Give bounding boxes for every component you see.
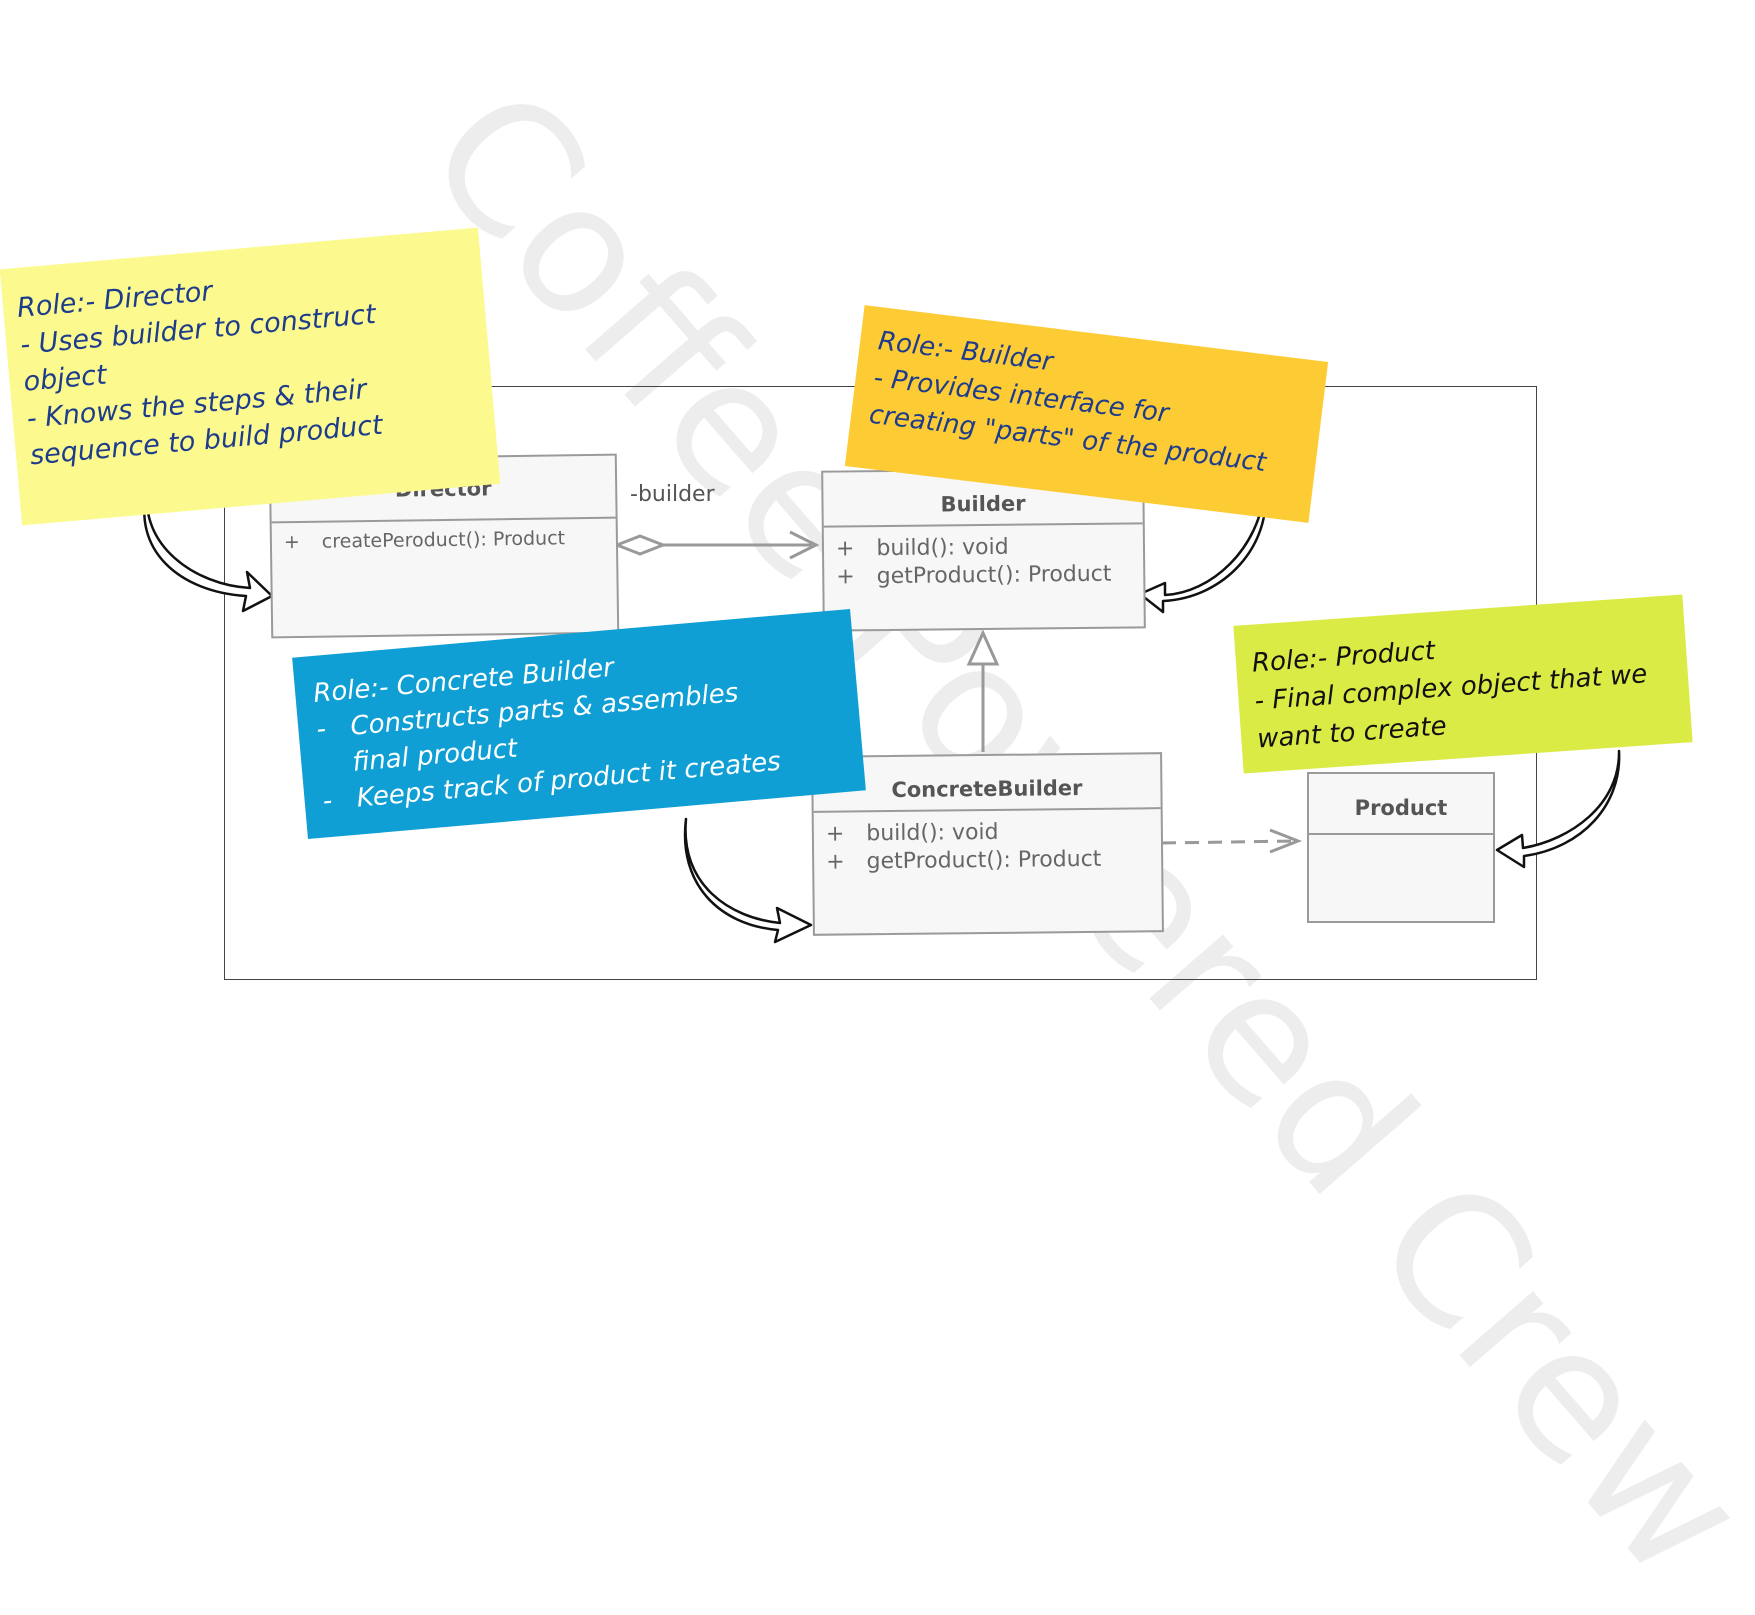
- dependency-line: [1161, 839, 1297, 845]
- generalization-triangle: [966, 629, 1000, 666]
- builder-operations: + build(): void + getProduct(): Product: [824, 524, 1144, 599]
- director-note: Role:- Director - Uses builder to constr…: [0, 227, 501, 526]
- product-class-name: Product: [1309, 774, 1493, 835]
- builder-op: + getProduct(): Product: [836, 561, 1112, 590]
- concrete-builder-op: + getProduct(): Product: [826, 846, 1102, 875]
- concrete-builder-op: + build(): void: [825, 819, 999, 847]
- concrete-note-arrow: [683, 817, 813, 944]
- product-note-arrow: [1495, 749, 1621, 869]
- concrete-builder-operations: + build(): void + getProduct(): Product: [814, 809, 1162, 885]
- aggregation-diamond: [612, 534, 668, 556]
- builder-op: + build(): void: [835, 534, 1009, 562]
- association-label: -builder: [630, 482, 715, 507]
- product-class: Product: [1307, 772, 1495, 923]
- product-note: Role:- Product - Final complex object th…: [1233, 594, 1693, 774]
- director-op: + createPeroduct(): Product: [283, 527, 566, 554]
- director-operations: + createPeroduct(): Product: [272, 519, 616, 562]
